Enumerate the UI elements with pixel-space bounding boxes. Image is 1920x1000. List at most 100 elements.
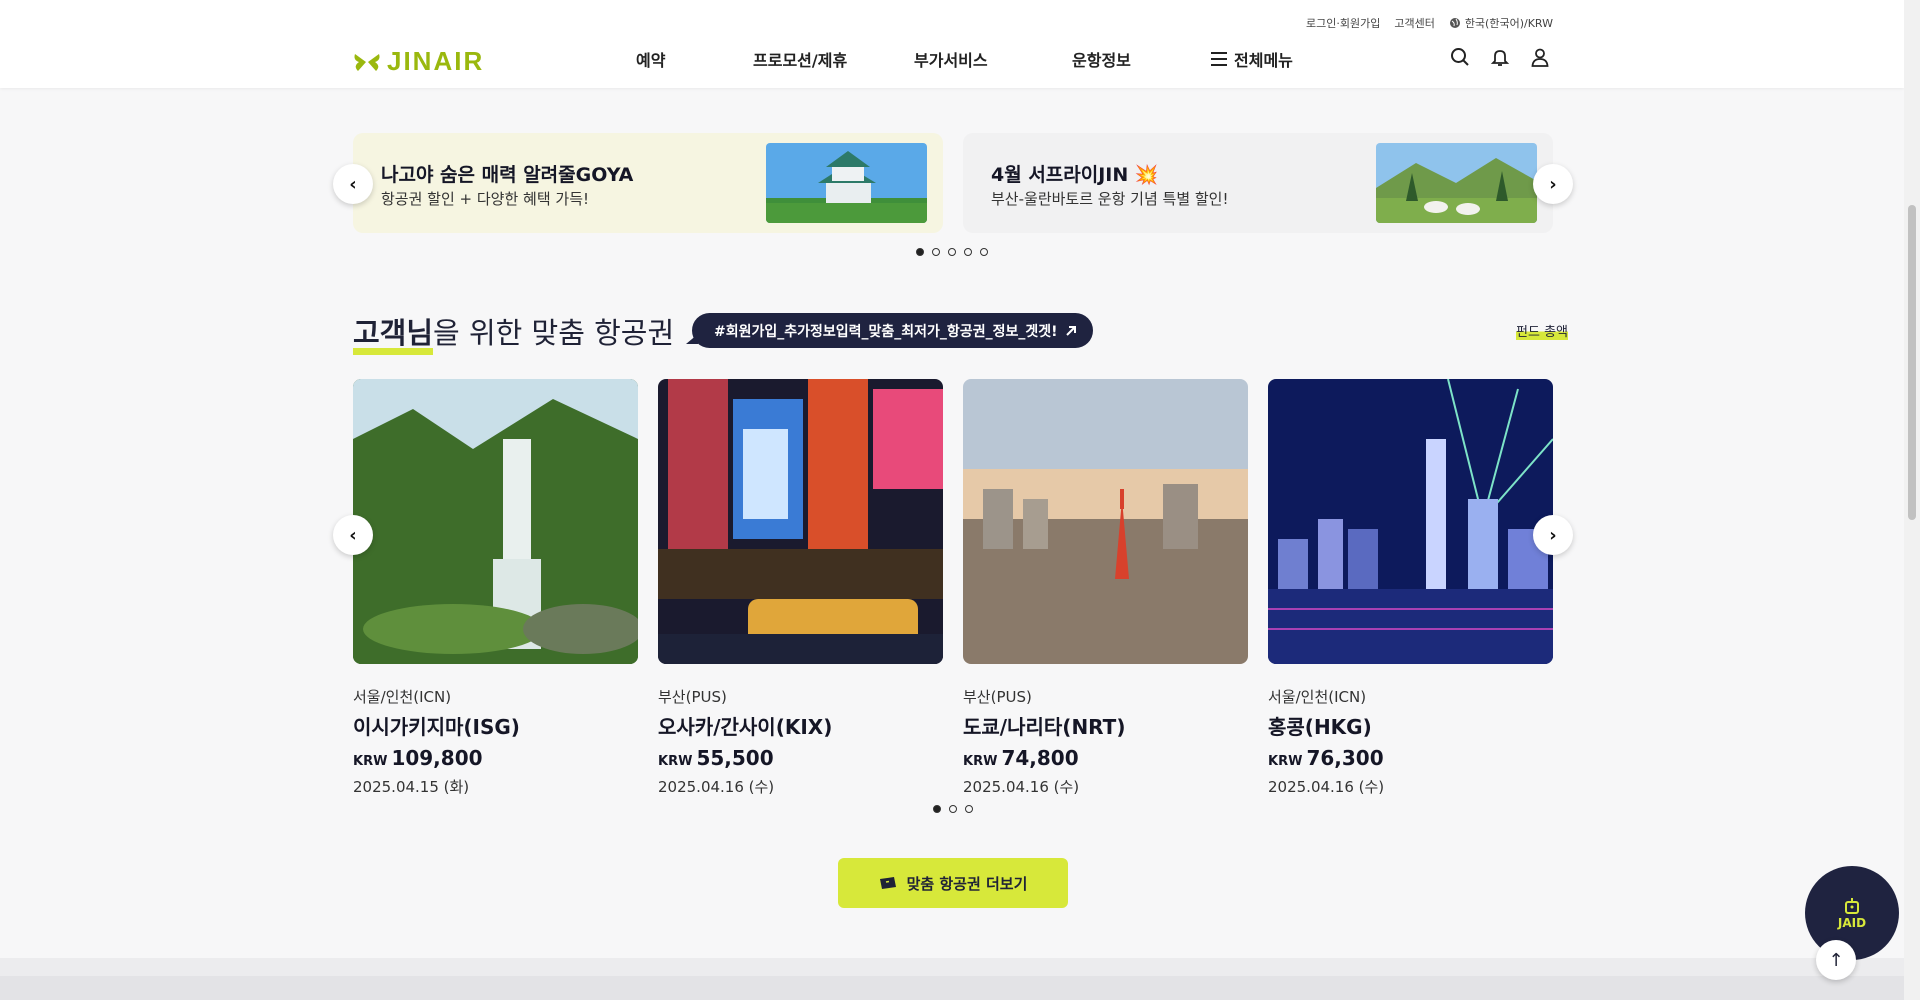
- nav-flight-info[interactable]: 운항정보: [1072, 47, 1131, 71]
- currency: KRW: [658, 754, 693, 769]
- scroll-top-button[interactable]: ↑: [1816, 940, 1856, 980]
- promo-image-mongolia: [1376, 143, 1537, 223]
- currency: KRW: [963, 754, 998, 769]
- currency: KRW: [353, 754, 388, 769]
- butterfly-logo-icon: [354, 53, 380, 71]
- signup-tag-link[interactable]: #회원가입_추가정보입력_맞춤_최저가_항공권_정보_겟겟!: [685, 313, 1094, 348]
- promo-subtitle: 항공권 할인 + 다양한 혜택 가득!: [381, 190, 590, 208]
- cards-next-button[interactable]: ›: [1533, 515, 1573, 555]
- promo-banner-nagoya[interactable]: 나고야 숨은 매력 알려줄GOYA 항공권 할인 + 다양한 혜택 가득!: [353, 133, 943, 233]
- chevron-right-icon: ›: [1549, 173, 1557, 195]
- promo-subtitle: 부산-울란바토르 운항 기념 특별 할인!: [991, 190, 1229, 208]
- logo-text: JINAIR: [387, 46, 485, 76]
- promo-title: 4월 서프라이JIN 💥: [991, 164, 1159, 186]
- cards-pagination: [933, 805, 973, 813]
- promo-pagination: [916, 248, 988, 256]
- fund-total-link[interactable]: 펀드 총액: [1516, 321, 1568, 340]
- pagination-dot[interactable]: [980, 248, 988, 256]
- destination-city: 이시가키지마(ISG): [353, 715, 520, 739]
- fare-price: KRW 55,500: [658, 746, 943, 770]
- user-icon: [1531, 48, 1549, 67]
- notification-button[interactable]: [1490, 47, 1510, 67]
- nav-all-menu[interactable]: 전체메뉴: [1210, 47, 1293, 71]
- price-value: 109,800: [391, 746, 483, 770]
- pagination-dot[interactable]: [949, 805, 957, 813]
- destination-city: 오사카/간사이(KIX): [658, 715, 833, 739]
- fare-price: KRW 76,300: [1268, 746, 1553, 770]
- nav-booking[interactable]: 예약: [636, 47, 665, 71]
- support-link[interactable]: 고객센터: [1394, 15, 1434, 31]
- search-icon: [1451, 48, 1469, 66]
- chevron-left-icon: ‹: [349, 524, 357, 546]
- section-title-rest: 을 위한 맞춤 항공권: [433, 316, 675, 350]
- jaid-chatbot-button[interactable]: JAID: [1805, 866, 1899, 960]
- departure-date: 2025.04.16 (수): [1268, 778, 1385, 796]
- mypage-button[interactable]: [1530, 47, 1550, 67]
- currency: KRW: [1268, 754, 1303, 769]
- destination-city: 홍콩(HKG): [1268, 715, 1372, 739]
- hamburger-icon: [1211, 52, 1227, 66]
- pagination-dot[interactable]: [948, 248, 956, 256]
- ticket-icon: [879, 877, 896, 889]
- promo-banner-ulaanbaatar[interactable]: 4월 서프라이JIN 💥 부산-울란바토르 운항 기념 특별 할인!: [963, 133, 1553, 233]
- departure-city: 서울/인천(ICN): [353, 688, 452, 706]
- departure-date: 2025.04.16 (수): [658, 778, 775, 796]
- promo-title: 나고야 숨은 매력 알려줄GOYA: [381, 164, 634, 186]
- logo[interactable]: JINAIR: [353, 46, 484, 77]
- fare-card[interactable]: 서울/인천(ICN) 홍콩(HKG) KRW 76,300 2025.04.16 …: [1268, 379, 1553, 797]
- fare-card[interactable]: 서울/인천(ICN) 이시가키지마(ISG) KRW 109,800 2025.0…: [353, 379, 638, 797]
- scrollbar-thumb[interactable]: [1908, 205, 1916, 520]
- fare-card[interactable]: 부산(PUS) 도쿄/나리타(NRT) KRW 74,800 2025.04.16…: [963, 379, 1248, 797]
- pagination-dot[interactable]: [964, 248, 972, 256]
- nav-services[interactable]: 부가서비스: [914, 47, 988, 71]
- pagination-dot[interactable]: [965, 805, 973, 813]
- header-icons: [1450, 47, 1550, 67]
- bell-icon: [1490, 50, 1510, 66]
- all-menu-label: 전체메뉴: [1234, 51, 1293, 70]
- section-title: 고객님 을 위한 맞춤 항공권: [353, 310, 675, 355]
- departure-city: 부산(PUS): [963, 688, 1032, 706]
- utility-nav: 로그인·회원가입 고객센터 한국(한국어)/KRW: [1306, 15, 1553, 31]
- nav-promotion[interactable]: 프로모션/제휴: [753, 47, 847, 71]
- more-fares-label: 맞춤 항공권 더보기: [906, 874, 1028, 893]
- price-value: 74,800: [1001, 746, 1079, 770]
- login-link[interactable]: 로그인·회원가입: [1306, 15, 1380, 31]
- cards-prev-button[interactable]: ‹: [333, 515, 373, 555]
- header: 로그인·회원가입 고객센터 한국(한국어)/KRW JINAIR 예약 프로모션…: [0, 0, 1904, 88]
- fare-price: KRW 74,800: [963, 746, 1248, 770]
- price-value: 55,500: [696, 746, 774, 770]
- search-button[interactable]: [1450, 47, 1470, 67]
- language-selector[interactable]: 한국(한국어)/KRW: [1449, 15, 1553, 31]
- footer-strip: [0, 958, 1904, 1000]
- destination-city: 도쿄/나리타(NRT): [963, 715, 1126, 739]
- fare-card[interactable]: 부산(PUS) 오사카/간사이(KIX) KRW 55,500 2025.04.1…: [658, 379, 943, 797]
- destination-image-hongkong: [1268, 379, 1553, 664]
- globe-icon: [1449, 18, 1460, 28]
- pagination-dot[interactable]: [933, 805, 941, 813]
- destination-image-osaka: [658, 379, 943, 664]
- language-label: 한국(한국어)/KRW: [1464, 17, 1553, 30]
- arrow-up-right-icon: [1066, 325, 1077, 336]
- departure-city: 서울/인천(ICN): [1268, 688, 1367, 706]
- more-fares-button[interactable]: 맞춤 항공권 더보기: [838, 858, 1068, 908]
- section-title-bold: 고객님: [353, 310, 434, 355]
- departure-date: 2025.04.15 (화): [353, 778, 470, 796]
- arrow-up-icon: ↑: [1828, 949, 1844, 971]
- pagination-dot[interactable]: [932, 248, 940, 256]
- chevron-right-icon: ›: [1549, 524, 1557, 546]
- pagination-dot[interactable]: [916, 248, 924, 256]
- departure-city: 부산(PUS): [658, 688, 727, 706]
- promo-image-nagoya-castle: [766, 143, 927, 223]
- robot-icon: [1845, 898, 1859, 914]
- tag-label: #회원가입_추가정보입력_맞춤_최저가_항공권_정보_겟겟!: [714, 323, 1058, 340]
- departure-date: 2025.04.16 (수): [963, 778, 1080, 796]
- destination-image-tokyo: [963, 379, 1248, 664]
- price-value: 76,300: [1306, 746, 1384, 770]
- jaid-label: JAID: [1837, 916, 1867, 930]
- destination-image-waterfall: [353, 379, 638, 664]
- fare-price: KRW 109,800: [353, 746, 638, 770]
- chevron-left-icon: ‹: [349, 173, 357, 195]
- promo-prev-button[interactable]: ‹: [333, 164, 373, 204]
- promo-next-button[interactable]: ›: [1533, 164, 1573, 204]
- scrollbar[interactable]: [1904, 0, 1920, 1000]
